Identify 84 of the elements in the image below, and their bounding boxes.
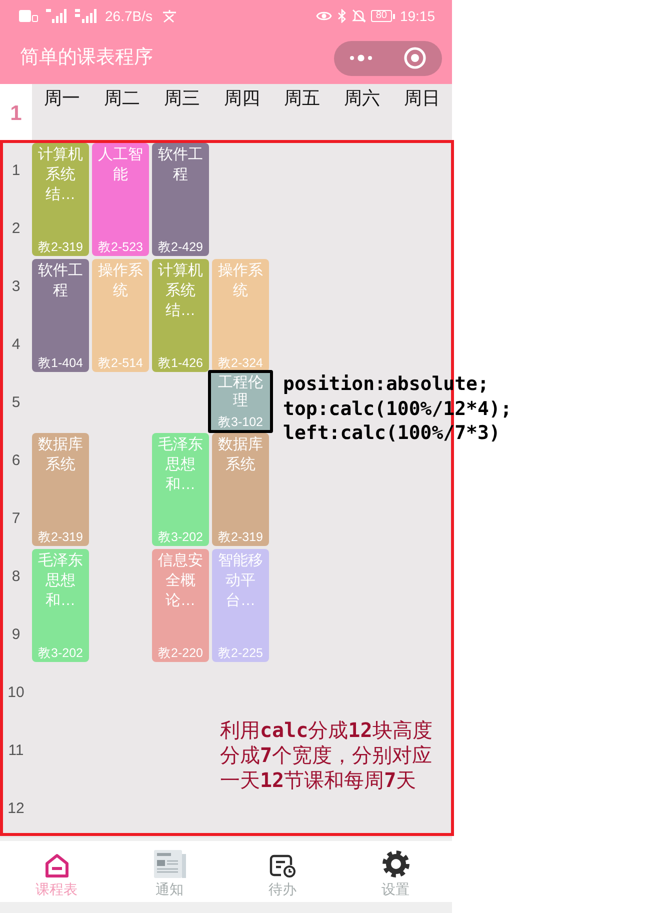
course-block[interactable]: 信息安全概论… 教2-220 — [152, 549, 209, 662]
nav-tab[interactable]: 设置 — [339, 841, 452, 902]
room-label: 教2-429 — [158, 240, 203, 255]
annotation-note: 利用calc分成12块高度 分成7个宽度，分别对应 一天12节课和每周7天 — [220, 718, 432, 793]
course-block[interactable]: 操作系统 教2-514 — [92, 259, 149, 372]
clock-time: 19:15 — [400, 8, 435, 24]
weekday-label: 周一 — [44, 87, 80, 109]
course-name: 信息安全概论… — [157, 551, 204, 611]
period-number: 8 — [12, 568, 20, 586]
period-number: 1 — [12, 162, 20, 180]
more-icon — [349, 54, 373, 62]
app-notification-icon — [162, 9, 178, 23]
room-label: 教2-319 — [218, 530, 263, 545]
course-block[interactable]: 数据库系统 教2-319 — [212, 433, 269, 546]
room-label: 教2-225 — [218, 646, 263, 661]
period-number: 10 — [8, 684, 24, 702]
period-number: 3 — [12, 278, 20, 296]
course-block[interactable]: 数据库系统 教2-319 — [32, 433, 89, 546]
weekday-label: 周六 — [344, 87, 380, 109]
house-icon — [44, 853, 70, 878]
room-label: 教2-514 — [98, 356, 143, 371]
page-title: 简单的课表程序 — [20, 46, 153, 70]
room-label: 教2-319 — [38, 530, 83, 545]
course-name: 人工智能 — [97, 145, 144, 185]
room-label: 教2-523 — [98, 240, 143, 255]
course-block[interactable]: 软件工程 教1-404 — [32, 259, 89, 372]
course-name: 数据库系统 — [37, 435, 84, 475]
period-number: 12 — [8, 800, 24, 818]
course-name: 软件工程 — [37, 261, 84, 301]
period-number: 7 — [12, 510, 20, 528]
course-block[interactable]: 计算机系统结… 教1-426 — [152, 259, 209, 372]
course-name: 工程伦理 — [217, 374, 264, 410]
memo-clock-icon — [269, 854, 296, 878]
course-block[interactable]: 工程伦理 教3-102 — [208, 370, 273, 433]
weekday-label: 周日 — [404, 87, 440, 109]
course-block[interactable]: 智能移动平台… 教2-225 — [212, 549, 269, 662]
bluetooth-icon — [336, 9, 347, 23]
signal-icon — [75, 9, 97, 23]
course-name: 操作系统 — [97, 261, 144, 301]
weekday-label: 周三 — [164, 87, 200, 109]
room-label: 教3-102 — [218, 415, 263, 430]
weekday-label: 周二 — [104, 87, 140, 109]
network-speed: 26.7B/s — [105, 8, 152, 24]
course-name: 操作系统 — [217, 261, 264, 301]
course-block[interactable]: 人工智能 教2-523 — [92, 143, 149, 256]
newspaper-icon — [154, 850, 186, 878]
ring-dot-icon — [404, 47, 426, 69]
signal-icon — [46, 9, 67, 23]
course-name: 毛泽东思想和… — [37, 551, 84, 611]
course-block[interactable]: 毛泽东思想和… 教3-202 — [152, 433, 209, 546]
period-number: 2 — [12, 220, 20, 238]
course-block[interactable]: 毛泽东思想和… 教3-202 — [32, 549, 89, 662]
course-name: 计算机系统结… — [157, 261, 204, 321]
room-label: 教2-324 — [218, 356, 263, 371]
period-number: 4 — [12, 336, 20, 354]
period-number: 9 — [12, 626, 20, 644]
weekday-label: 周五 — [284, 87, 320, 109]
course-name: 数据库系统 — [217, 435, 264, 475]
course-name: 软件工程 — [157, 145, 204, 185]
course-block[interactable]: 操作系统 教2-324 — [212, 259, 269, 372]
course-name: 计算机系统结… — [37, 145, 84, 205]
gear-icon — [382, 850, 410, 878]
course-block[interactable]: 软件工程 教2-429 — [152, 143, 209, 256]
room-label: 教3-202 — [38, 646, 83, 661]
nav-tab[interactable]: 课程表 — [0, 841, 113, 902]
room-label: 教3-202 — [158, 530, 203, 545]
weekday-label: 周四 — [224, 87, 260, 109]
course-name: 智能移动平台… — [217, 551, 264, 611]
battery-level: 80 — [370, 10, 392, 22]
room-label: 教2-319 — [38, 240, 83, 255]
course-name: 毛泽东思想和… — [157, 435, 204, 495]
period-number: 5 — [12, 394, 20, 412]
course-block[interactable]: 计算机系统结… 教2-319 — [32, 143, 89, 256]
room-label: 教1-426 — [158, 356, 203, 371]
period-number: 11 — [8, 742, 24, 760]
period-number: 6 — [12, 452, 20, 470]
nav-tab[interactable]: 待办 — [226, 841, 339, 902]
nav-tab[interactable]: 通知 — [113, 841, 226, 902]
hd-icon — [19, 10, 38, 22]
room-label: 教2-220 — [158, 646, 203, 661]
room-label: 教1-404 — [38, 356, 83, 371]
eye-icon — [316, 10, 332, 22]
week-number: 1 — [0, 84, 32, 140]
bell-off-icon — [352, 9, 366, 23]
